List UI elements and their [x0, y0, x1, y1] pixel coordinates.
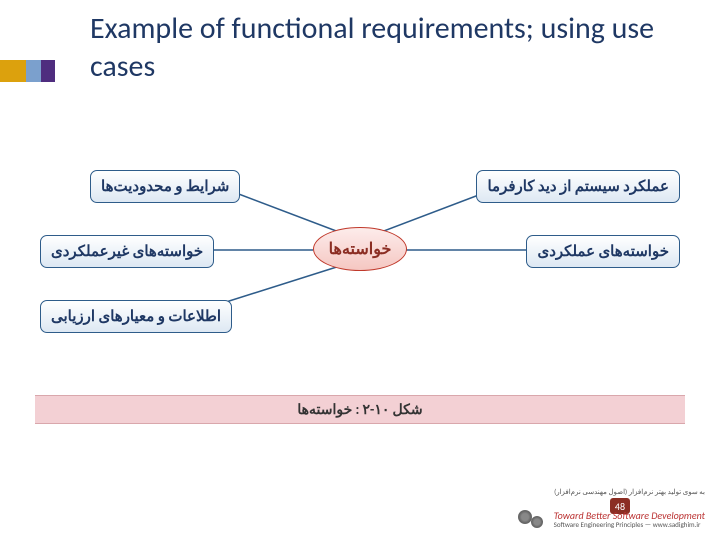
- slide-title: Example of functional requirements; usin…: [90, 10, 700, 85]
- box-nonfunctional-requirements: خواسته‌های غیرعملکردی: [40, 235, 214, 268]
- title-text: Example of functional requirements; usin…: [90, 10, 700, 85]
- box-functional-requirements: خواسته‌های عملکردی: [526, 235, 680, 268]
- box-label: خواسته‌های عملکردی: [537, 243, 669, 261]
- gears-icon: [518, 508, 548, 530]
- requirements-diagram: خواسته‌ها عملکرد سیستم از دید کارفرما شر…: [35, 155, 685, 380]
- box-label: اطلاعات و معیارهای ارزیابی: [51, 308, 221, 326]
- logo-line2: Software Engineering Principles — www.sa…: [554, 521, 705, 528]
- center-node-requirements: خواسته‌ها: [313, 227, 407, 271]
- box-system-behavior-employer-view: عملکرد سیستم از دید کارفرما: [476, 170, 680, 203]
- box-label: شرایط و محدودیت‌ها: [101, 178, 229, 196]
- box-evaluation-criteria-info: اطلاعات و معیارهای ارزیابی: [40, 300, 232, 333]
- caption-text: شکل ۱۰-۲ : خواسته‌ها: [297, 401, 422, 418]
- box-conditions-constraints: شرایط و محدودیت‌ها: [90, 170, 240, 203]
- logo-line1: Toward Better Software Development: [554, 511, 705, 521]
- center-node-label: خواسته‌ها: [329, 239, 392, 259]
- slide-accent-bullet: [0, 60, 55, 82]
- box-label: خواسته‌های غیرعملکردی: [51, 243, 203, 261]
- figure-caption: شکل ۱۰-۲ : خواسته‌ها: [35, 395, 685, 424]
- footer-logo: Toward Better Software Development Softw…: [518, 508, 705, 530]
- box-label: عملکرد سیستم از دید کارفرما: [487, 178, 669, 196]
- footer-tagline-fa: به سوی تولید بهتر نرم‌افزار (اصول مهندسی…: [554, 487, 705, 496]
